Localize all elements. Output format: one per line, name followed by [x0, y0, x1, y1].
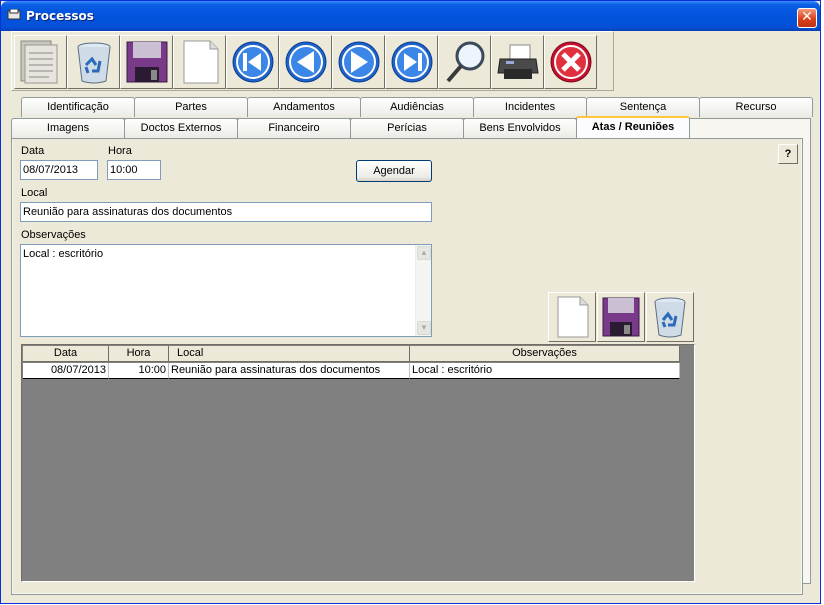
first-record-icon [232, 41, 274, 83]
new-ata-button[interactable] [548, 292, 596, 342]
tab-identificacao[interactable]: Identificação [21, 97, 135, 117]
data-field[interactable]: 08/07/2013 [20, 160, 98, 180]
next-icon [338, 41, 380, 83]
tab-andamentos[interactable]: Andamentos [247, 97, 361, 117]
window-close-button[interactable]: ✕ [797, 8, 817, 28]
print-button[interactable] [491, 35, 544, 89]
recycle-bin-icon [77, 42, 111, 84]
grid-header-data[interactable]: Data [23, 346, 109, 362]
search-button[interactable] [438, 35, 491, 89]
blank-page-icon [183, 40, 219, 84]
scroll-up-icon[interactable]: ▲ [417, 246, 431, 260]
observacoes-text: Local : escritório [23, 248, 104, 260]
blank-page-icon [557, 296, 589, 338]
first-record-button[interactable] [226, 35, 279, 89]
data-label: Data [21, 145, 45, 157]
observacoes-scrollbar[interactable]: ▲ ▼ [415, 245, 431, 336]
new-button[interactable] [173, 35, 226, 89]
observacoes-textarea[interactable]: Local : escritório ▲ ▼ [20, 244, 432, 337]
save-ata-button[interactable] [597, 292, 645, 342]
agendar-button[interactable]: Agendar [356, 160, 432, 182]
grid-cell-hora[interactable]: 10:00 [109, 363, 169, 379]
window-title: Processos [26, 9, 94, 23]
floppy-disk-icon [602, 297, 640, 337]
tab-financeiro[interactable]: Financeiro [237, 118, 351, 138]
save-button[interactable] [120, 35, 173, 89]
observacoes-label: Observações [21, 229, 86, 241]
help-button[interactable]: ? [778, 144, 798, 164]
local-label: Local [21, 187, 48, 199]
grid-cell-local[interactable]: Reunião para assinaturas dos documentos [169, 363, 410, 379]
tab-audiencias[interactable]: Audiências [360, 97, 474, 117]
exit-button[interactable] [544, 35, 597, 89]
next-record-button[interactable] [332, 35, 385, 89]
red-x-icon [550, 41, 592, 83]
tab-recurso[interactable]: Recurso [699, 97, 813, 117]
grid-cell-data[interactable]: 08/07/2013 [23, 363, 109, 379]
previous-icon [285, 41, 327, 83]
tab-bens-envolvidos[interactable]: Bens Envolvidos [463, 118, 577, 138]
tab-partes[interactable]: Partes [134, 97, 248, 117]
printer-icon [497, 44, 539, 79]
scroll-down-icon[interactable]: ▼ [417, 321, 431, 335]
hora-label: Hora [108, 145, 132, 157]
previous-record-button[interactable] [279, 35, 332, 89]
delete-ata-button[interactable] [646, 292, 694, 342]
new-process-button[interactable] [14, 35, 67, 89]
app-icon [7, 9, 21, 20]
tab-atas-reunioes[interactable]: Atas / Reuniões [576, 116, 690, 138]
atas-grid[interactable]: Data Hora Local Observações 08/07/2013 1… [21, 344, 695, 582]
tab-incidentes[interactable]: Incidentes [473, 97, 587, 117]
grid-header-hora[interactable]: Hora [109, 346, 169, 362]
local-field[interactable]: Reunião para assinaturas dos documentos [20, 202, 432, 222]
magnifier-icon [446, 41, 485, 83]
tab-pericias[interactable]: Perícias [350, 118, 464, 138]
tab-imagens[interactable]: Imagens [11, 118, 125, 138]
last-record-icon [391, 41, 433, 83]
document-list-icon [20, 40, 58, 84]
title-bar[interactable]: Processos ✕ [1, 1, 820, 31]
grid-header-observacoes[interactable]: Observações [410, 346, 680, 362]
grid-cell-observacoes[interactable]: Local : escritório [410, 363, 680, 379]
last-record-button[interactable] [385, 35, 438, 89]
processos-window: Processos ✕ Identificação Partes Andamen… [0, 0, 821, 604]
delete-button[interactable] [67, 35, 120, 89]
recycle-bin-icon [654, 297, 686, 338]
grid-header-local[interactable]: Local [169, 346, 410, 362]
tab-doctos-externos[interactable]: Doctos Externos [124, 118, 238, 138]
hora-field[interactable]: 10:00 [107, 160, 161, 180]
toolbar [11, 31, 614, 91]
floppy-disk-icon [126, 41, 168, 83]
tab-sentenca[interactable]: Sentença [586, 97, 700, 117]
